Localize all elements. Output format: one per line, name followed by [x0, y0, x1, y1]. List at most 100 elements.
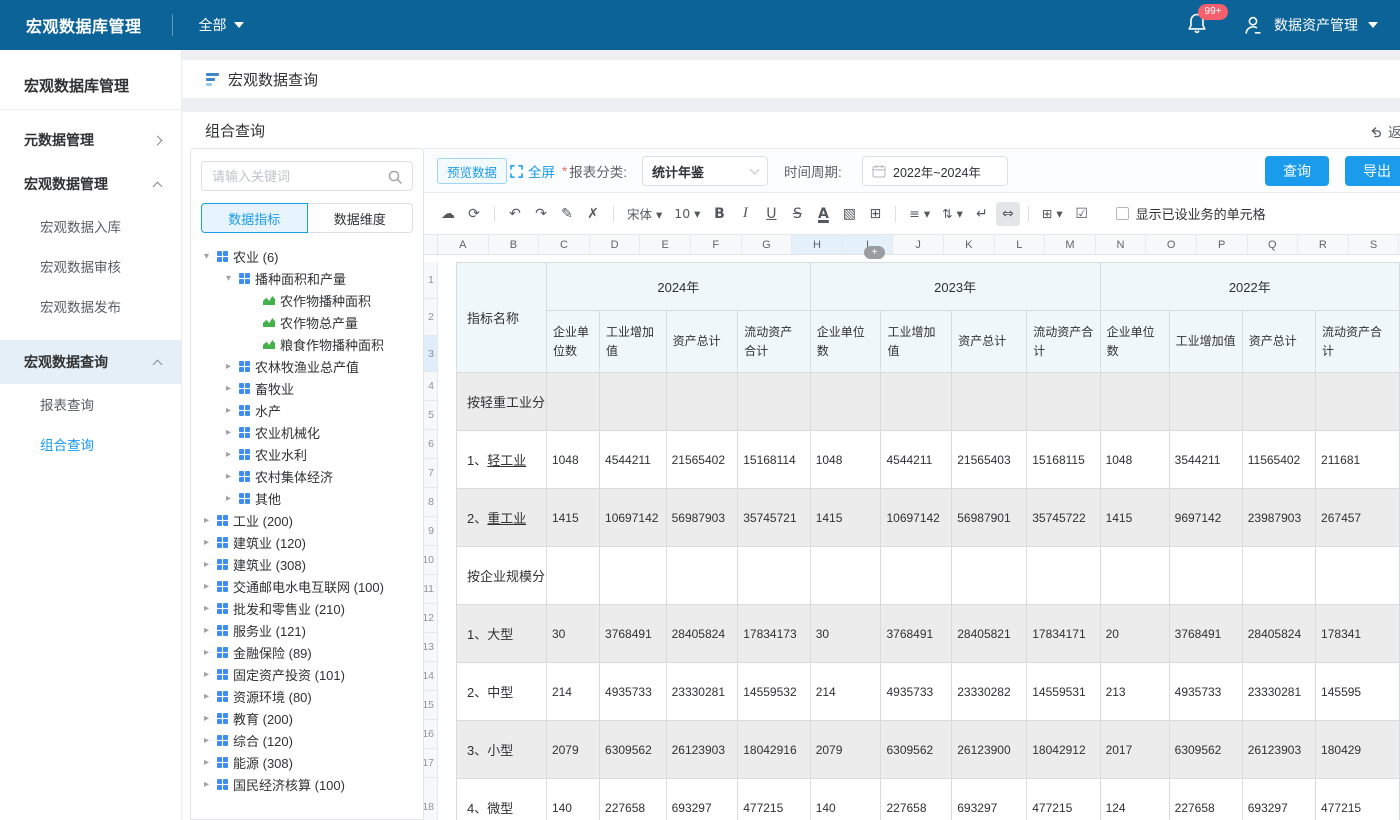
- data-cell[interactable]: 211681: [1316, 431, 1400, 489]
- row-number[interactable]: 7: [424, 459, 438, 488]
- tree-item[interactable]: 金融保险 (89): [191, 641, 423, 663]
- data-cell[interactable]: 1048: [546, 431, 599, 489]
- data-cell[interactable]: 3544211: [1169, 431, 1242, 489]
- data-cell[interactable]: 30: [810, 605, 881, 663]
- data-cell[interactable]: 14559532: [738, 663, 810, 721]
- row-number[interactable]: 6: [424, 430, 438, 459]
- data-cell[interactable]: 28405821: [952, 605, 1027, 663]
- data-cell[interactable]: [1100, 373, 1169, 431]
- column-header[interactable]: J: [893, 235, 944, 254]
- data-cell[interactable]: 23330282: [952, 663, 1027, 721]
- tree-item[interactable]: 教育 (200): [191, 707, 423, 729]
- data-cell[interactable]: 213: [1100, 663, 1169, 721]
- sidebar-item[interactable]: 宏观数据审核: [0, 246, 181, 286]
- column-header[interactable]: S: [1349, 235, 1400, 254]
- column-header[interactable]: L: [995, 235, 1046, 254]
- data-cell[interactable]: 477215: [1027, 779, 1100, 820]
- tree-item[interactable]: 固定资产投资 (101): [191, 663, 423, 685]
- data-cell[interactable]: 23330281: [1242, 663, 1315, 721]
- caret-icon[interactable]: [223, 449, 234, 460]
- data-cell[interactable]: [881, 547, 952, 605]
- row-number[interactable]: 2: [424, 299, 438, 336]
- sidebar-item[interactable]: 宏观数据入库: [0, 206, 181, 246]
- data-cell[interactable]: 4544211: [600, 431, 667, 489]
- tree-item[interactable]: 畜牧业: [191, 377, 423, 399]
- column-header[interactable]: F: [691, 235, 742, 254]
- caret-icon[interactable]: [201, 251, 212, 262]
- row-number[interactable]: 5: [424, 401, 438, 430]
- data-cell[interactable]: 20: [1100, 605, 1169, 663]
- indicator-label-cell[interactable]: 按企业规模分: [457, 547, 547, 605]
- data-cell[interactable]: [1169, 547, 1242, 605]
- sidebar-item[interactable]: 宏观数据查询: [0, 340, 181, 384]
- data-cell[interactable]: 9697142: [1169, 489, 1242, 547]
- data-cell[interactable]: 227658: [1169, 779, 1242, 820]
- data-cell[interactable]: [1169, 373, 1242, 431]
- data-cell[interactable]: 26123903: [1242, 721, 1315, 779]
- data-cell[interactable]: 2079: [546, 721, 599, 779]
- column-header[interactable]: C: [539, 235, 590, 254]
- caret-icon[interactable]: [201, 713, 212, 724]
- caret-icon[interactable]: [201, 669, 212, 680]
- refresh-icon[interactable]: ⟳: [462, 202, 486, 226]
- font-color-icon[interactable]: A: [811, 202, 835, 226]
- account-dropdown[interactable]: 数据资产管理: [1242, 14, 1378, 36]
- fullscreen-button[interactable]: 全屏: [510, 149, 555, 193]
- data-cell[interactable]: 3768491: [600, 605, 667, 663]
- row-number[interactable]: 13: [424, 633, 438, 662]
- show-business-cells-checkbox[interactable]: 显示已设业务的单元格: [1116, 204, 1266, 223]
- row-number[interactable]: 4: [424, 372, 438, 401]
- conditional-format-icon[interactable]: ☑: [1070, 202, 1094, 226]
- tree-item[interactable]: 交通邮电水电互联网 (100): [191, 575, 423, 597]
- sidebar-item[interactable]: 宏观数据发布: [0, 286, 181, 326]
- strikethrough-icon[interactable]: S: [785, 202, 809, 226]
- indicator-label-cell[interactable]: 按轻重工业分: [457, 373, 547, 431]
- data-cell[interactable]: 26123903: [666, 721, 738, 779]
- data-cell[interactable]: 10697142: [600, 489, 667, 547]
- indicator-label-cell[interactable]: 1、大型: [457, 605, 547, 663]
- wrap-text-icon[interactable]: ↵: [970, 202, 994, 226]
- column-header[interactable]: Q: [1248, 235, 1299, 254]
- clear-format-icon[interactable]: ✗: [581, 202, 605, 226]
- merge-cells-icon[interactable]: ⇔: [996, 202, 1020, 226]
- data-cell[interactable]: 35745722: [1027, 489, 1100, 547]
- sidebar-item[interactable]: 组合查询: [0, 424, 181, 464]
- checkbox-icon[interactable]: [1116, 207, 1129, 220]
- data-cell[interactable]: 11565402: [1242, 431, 1315, 489]
- caret-icon[interactable]: [201, 537, 212, 548]
- data-cell[interactable]: 145595: [1316, 663, 1400, 721]
- data-cell[interactable]: 23987903: [1242, 489, 1315, 547]
- scope-dropdown[interactable]: 全部: [199, 15, 244, 35]
- sidebar-item[interactable]: 宏观数据管理: [0, 162, 181, 206]
- tree-item[interactable]: 服务业 (121): [191, 619, 423, 641]
- data-cell[interactable]: 693297: [666, 779, 738, 820]
- vertical-align-select[interactable]: ⇅ ▾: [937, 202, 968, 226]
- data-cell[interactable]: 6309562: [600, 721, 667, 779]
- font-family-select[interactable]: 宋体 ▾: [622, 202, 667, 226]
- tree-item[interactable]: 播种面积和产量: [191, 267, 423, 289]
- notifications-button[interactable]: 99+: [1186, 11, 1208, 40]
- caret-icon[interactable]: [201, 779, 212, 790]
- tree-item[interactable]: 农业 (6): [191, 245, 423, 267]
- data-cell[interactable]: 214: [546, 663, 599, 721]
- tree-item[interactable]: 农作物总产量: [191, 311, 423, 333]
- underline-icon[interactable]: U: [759, 202, 783, 226]
- tree-item[interactable]: 农作物播种面积: [191, 289, 423, 311]
- data-cell[interactable]: [600, 373, 667, 431]
- data-cell[interactable]: 15168115: [1027, 431, 1100, 489]
- caret-icon[interactable]: [223, 471, 234, 482]
- caret-icon[interactable]: [201, 647, 212, 658]
- caret-icon[interactable]: [223, 493, 234, 504]
- tree-item[interactable]: 水产: [191, 399, 423, 421]
- data-cell[interactable]: 227658: [881, 779, 952, 820]
- data-cell[interactable]: 227658: [600, 779, 667, 820]
- caret-icon[interactable]: [223, 405, 234, 416]
- data-cell[interactable]: 56987903: [666, 489, 738, 547]
- tree-item[interactable]: 农村集体经济: [191, 465, 423, 487]
- redo-icon[interactable]: ↷: [529, 202, 553, 226]
- data-cell[interactable]: 1415: [1100, 489, 1169, 547]
- search-icon[interactable]: [387, 169, 403, 185]
- column-header[interactable]: P: [1197, 235, 1248, 254]
- data-cell[interactable]: 15168114: [738, 431, 810, 489]
- sidebar-item[interactable]: 元数据管理: [0, 118, 181, 162]
